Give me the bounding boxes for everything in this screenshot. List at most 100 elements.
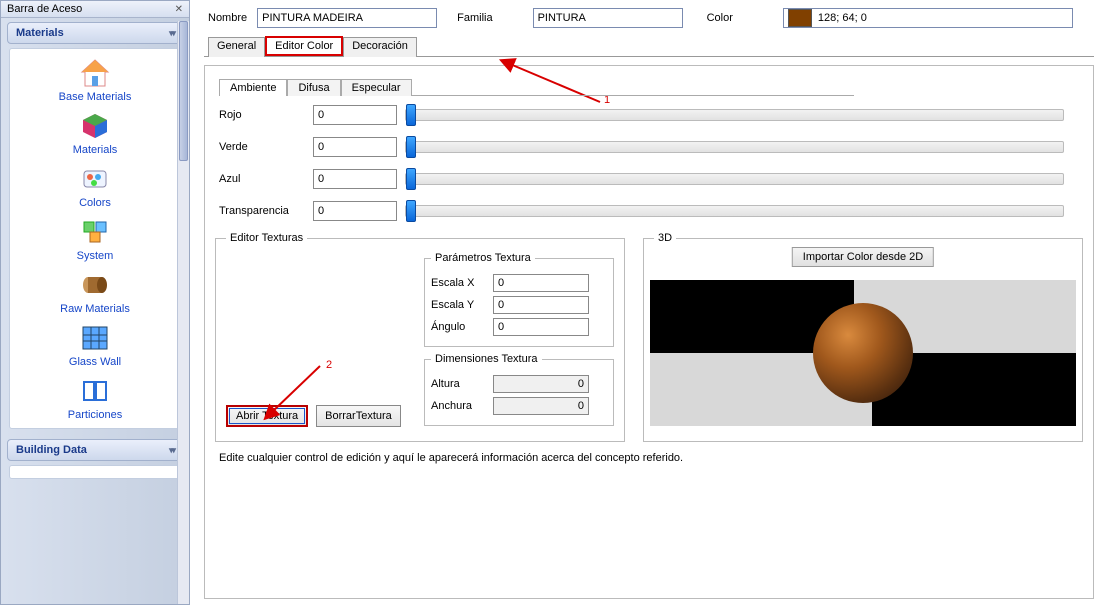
slider-track[interactable] <box>405 205 1064 217</box>
escala-x-input[interactable] <box>493 274 589 292</box>
subtab-label: Difusa <box>298 82 329 94</box>
partition-icon <box>77 374 113 408</box>
slider-label: Transparencia <box>219 205 305 217</box>
tab-decoracion[interactable]: Decoración <box>343 37 417 57</box>
mid-row: Editor Texturas 2 Abrir Textura BorrarTe… <box>215 232 1083 442</box>
sidebar-item-label: Colors <box>79 197 111 209</box>
tab-label: Decoración <box>352 40 408 52</box>
tab-label: Editor Color <box>275 40 333 52</box>
familia-label: Familia <box>457 12 492 24</box>
button-label: BorrarTextura <box>325 410 392 422</box>
footer-hint: Edite cualquier control de edición y aqu… <box>215 452 1083 464</box>
slider-value-input[interactable] <box>313 137 397 157</box>
sidebar-item-raw-materials[interactable]: Raw Materials <box>12 267 178 316</box>
log-icon <box>77 268 113 302</box>
sidebar-item-label: Materials <box>73 144 118 156</box>
editor-color-content: Ambiente Difusa Especular Rojo Verde Azu… <box>211 70 1087 588</box>
dims-legend: Dimensiones Textura <box>431 353 542 365</box>
color-field[interactable]: 128; 64; 0 <box>783 8 1073 28</box>
sidebar-item-label: System <box>77 250 114 262</box>
sidebar-item-label: Raw Materials <box>60 303 130 315</box>
slider-thumb[interactable] <box>406 168 416 190</box>
slider-row-azul: Azul <box>219 166 1079 192</box>
texture-left: 2 Abrir Textura BorrarTextura <box>226 252 416 431</box>
scrollbar-thumb[interactable] <box>179 21 188 161</box>
accordion-header-building-data[interactable]: Building Data ▾▾ <box>7 439 183 461</box>
slider-label: Azul <box>219 173 305 185</box>
familia-input[interactable] <box>533 8 683 28</box>
angulo-label: Ángulo <box>431 321 487 333</box>
escala-y-input[interactable] <box>493 296 589 314</box>
accordion-body-materials: Base Materials Materials Colors System R… <box>9 48 181 429</box>
preview-3d-legend: 3D <box>654 232 676 244</box>
params-textura-group: Parámetros Textura Escala X Escala Y Áng… <box>424 252 614 347</box>
texture-editor-group: Editor Texturas 2 Abrir Textura BorrarTe… <box>215 232 625 442</box>
slider-value-input[interactable] <box>313 201 397 221</box>
slider-thumb[interactable] <box>406 104 416 126</box>
slider-thumb[interactable] <box>406 200 416 222</box>
sidebar-item-colors[interactable]: Colors <box>12 161 178 210</box>
sidebar-item-label: Glass Wall <box>69 356 121 368</box>
color-swatch <box>788 9 812 27</box>
slider-track[interactable] <box>405 109 1064 121</box>
altura-label: Altura <box>431 378 487 390</box>
accordion-body-building-data: Sections Dimensions <box>9 465 181 479</box>
preview-3d-group: 3D Importar Color desde 2D <box>643 232 1083 442</box>
sidebar-item-sections[interactable]: Sections <box>12 472 178 479</box>
sidebar: Barra de Aceso ✕ Materials ▾▾ Base Mater… <box>0 0 190 605</box>
slider-label: Verde <box>219 141 305 153</box>
tab-general[interactable]: General <box>208 37 265 57</box>
house-icon <box>77 56 113 90</box>
escala-x-label: Escala X <box>431 277 487 289</box>
grid-icon <box>77 321 113 355</box>
texture-buttons: Abrir Textura BorrarTextura <box>226 405 416 427</box>
subtab-ambiente[interactable]: Ambiente <box>219 79 287 96</box>
slider-track[interactable] <box>405 173 1064 185</box>
close-icon[interactable]: ✕ <box>175 4 183 15</box>
texture-right: Parámetros Textura Escala X Escala Y Áng… <box>424 252 614 431</box>
escala-y-label: Escala Y <box>431 299 487 311</box>
accordion-header-label: Materials <box>16 27 64 39</box>
sidebar-scrollbar[interactable] <box>177 21 189 604</box>
main-panel: Nombre Familia Color 128; 64; 0 General … <box>190 0 1100 605</box>
preview-sphere <box>813 303 913 403</box>
sidebar-title-text: Barra de Aceso <box>7 3 82 15</box>
sidebar-item-glass-wall[interactable]: Glass Wall <box>12 320 178 369</box>
anchura-value <box>493 397 589 415</box>
palette-icon <box>77 162 113 196</box>
chevron-down-icon: ▾▾ <box>169 445 174 456</box>
slider-label: Rojo <box>219 109 305 121</box>
sidebar-item-label: Base Materials <box>59 91 132 103</box>
subtab-difusa[interactable]: Difusa <box>287 79 340 96</box>
accordion-header-label: Building Data <box>16 444 87 456</box>
slider-track[interactable] <box>405 141 1064 153</box>
sidebar-item-particiones[interactable]: Particiones <box>12 373 178 422</box>
color-value-text: 128; 64; 0 <box>818 12 867 24</box>
sidebar-item-materials[interactable]: Materials <box>12 108 178 157</box>
nombre-input[interactable] <box>257 8 437 28</box>
sidebar-item-system[interactable]: System <box>12 214 178 263</box>
slider-value-input[interactable] <box>313 105 397 125</box>
slider-row-rojo: Rojo <box>219 102 1079 128</box>
tab-label: General <box>217 40 256 52</box>
params-legend: Parámetros Textura <box>431 252 535 264</box>
color-subtabs: Ambiente Difusa Especular <box>219 78 854 96</box>
borrar-textura-button[interactable]: BorrarTextura <box>316 405 401 427</box>
color-label: Color <box>707 12 733 24</box>
slider-thumb[interactable] <box>406 136 416 158</box>
import-color-2d-button[interactable]: Importar Color desde 2D <box>792 247 934 267</box>
anchura-label: Anchura <box>431 400 487 412</box>
system-icon <box>77 215 113 249</box>
annotation-label-2: 2 <box>326 359 332 371</box>
abrir-textura-button[interactable]: Abrir Textura <box>226 405 308 427</box>
cube-icon <box>77 109 113 143</box>
subtab-especular[interactable]: Especular <box>341 79 412 96</box>
slider-value-input[interactable] <box>313 169 397 189</box>
texture-editor-legend: Editor Texturas <box>226 232 307 244</box>
accordion-header-materials[interactable]: Materials ▾▾ <box>7 22 183 44</box>
subtab-label: Especular <box>352 82 401 94</box>
angulo-input[interactable] <box>493 318 589 336</box>
tab-content: Ambiente Difusa Especular Rojo Verde Azu… <box>204 65 1094 599</box>
tab-editor-color[interactable]: Editor Color <box>265 36 343 56</box>
sidebar-item-base-materials[interactable]: Base Materials <box>12 55 178 104</box>
